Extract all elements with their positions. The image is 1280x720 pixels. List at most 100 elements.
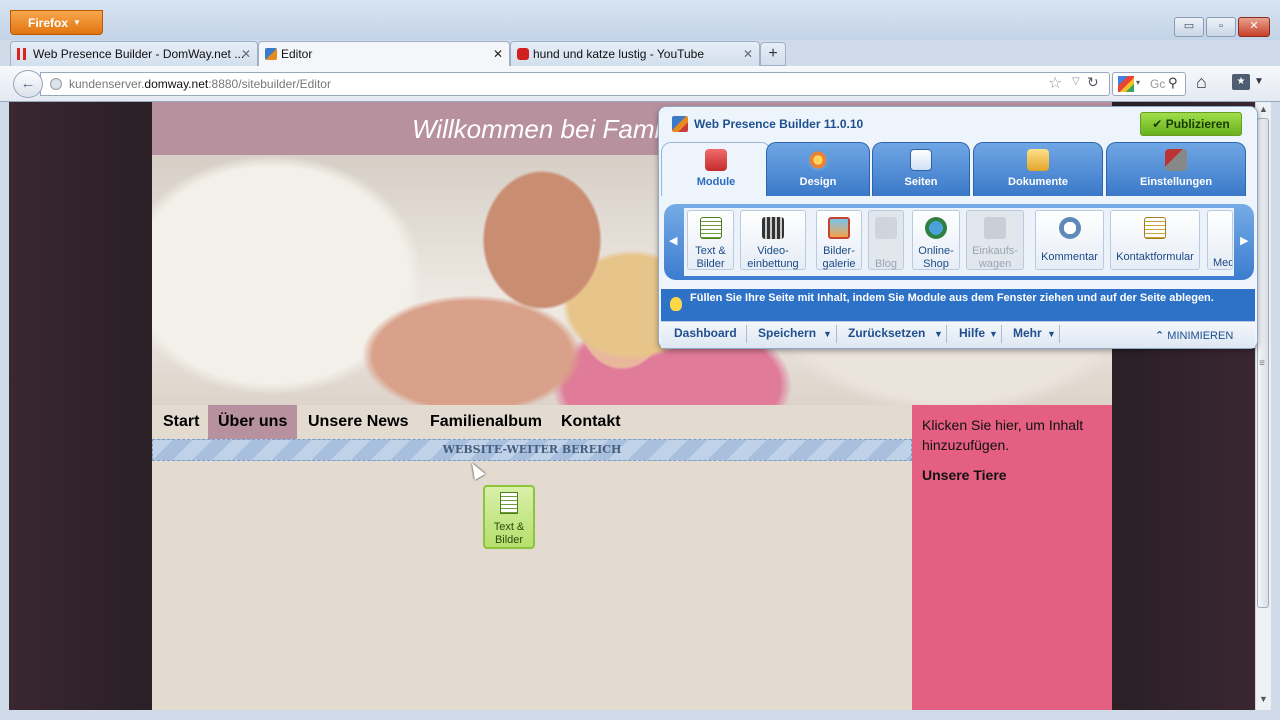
tab-label: Seiten bbox=[904, 176, 938, 188]
url-bar[interactable]: kundenserver.domway.net:8880/sitebuilder… bbox=[40, 72, 1110, 96]
magnifier-icon[interactable]: ⚲ bbox=[1168, 75, 1178, 91]
close-tab-icon[interactable]: ✕ bbox=[493, 42, 503, 66]
home-icon[interactable]: ⌂ bbox=[1196, 72, 1207, 93]
document-icon bbox=[500, 492, 518, 514]
footer-separator bbox=[746, 325, 747, 343]
scroll-up-icon[interactable]: ▲ bbox=[1259, 104, 1268, 114]
tools-icon bbox=[1165, 149, 1187, 171]
builder-favicon-icon bbox=[265, 48, 277, 60]
tab-einstellungen[interactable]: Einstellungen bbox=[1106, 142, 1246, 196]
sidebar-heading[interactable]: Unsere Tiere bbox=[922, 467, 1102, 483]
footer-separator bbox=[1059, 325, 1060, 343]
palette-icon bbox=[807, 149, 829, 171]
window-frame bbox=[0, 710, 1280, 720]
google-icon bbox=[1118, 76, 1134, 92]
url-text: kundenserver.domway.net:8880/sitebuilder… bbox=[69, 77, 331, 91]
module-videoeinbettung[interactable]: Video-einbettung bbox=[740, 210, 806, 270]
tab-dokumente[interactable]: Dokumente bbox=[973, 142, 1103, 196]
firefox-menu-label: Firefox bbox=[28, 16, 69, 30]
module-bildergalerie[interactable]: Bilder-galerie bbox=[816, 210, 862, 270]
document-icon bbox=[699, 217, 722, 239]
tab-label: Editor bbox=[281, 47, 313, 61]
carousel-right-icon[interactable]: ▶ bbox=[1240, 234, 1248, 247]
module-blog[interactable]: Blog bbox=[868, 210, 904, 270]
website-wide-area[interactable]: WEBSITE-WEITER BEREICH bbox=[152, 439, 912, 461]
history-dropdown-icon[interactable]: ▽ bbox=[1072, 76, 1080, 87]
nav-item-familienalbum[interactable]: Familienalbum bbox=[420, 405, 552, 439]
close-tab-icon[interactable]: ✕ bbox=[743, 42, 753, 66]
minimize-window-button[interactable]: ▭ bbox=[1174, 17, 1204, 37]
scroll-down-icon[interactable]: ▼ bbox=[1259, 694, 1268, 704]
hilfe-button[interactable]: Hilfe bbox=[959, 326, 985, 340]
sidebar[interactable]: Klicken Sie hier, um Inhalt hinzuzufügen… bbox=[912, 405, 1112, 710]
dragged-text-module[interactable]: Text & Bilder bbox=[483, 485, 535, 549]
window-frame bbox=[0, 102, 9, 720]
module-einkaufswagen[interactable]: Einkaufs-wagen bbox=[966, 210, 1024, 270]
hint-bar: Füllen Sie Ihre Seite mit Inhalt, indem … bbox=[661, 289, 1255, 321]
globe-icon bbox=[50, 78, 62, 90]
lightbulb-icon bbox=[670, 297, 682, 311]
tab-seiten[interactable]: Seiten bbox=[872, 142, 970, 196]
close-window-button[interactable]: ✕ bbox=[1238, 17, 1270, 37]
tab-module[interactable]: Module bbox=[661, 142, 771, 196]
search-input[interactable]: Gc bbox=[1150, 77, 1165, 91]
tab-label: Web Presence Builder - DomWay.net ... bbox=[33, 47, 245, 61]
module-kommentar[interactable]: Kommentar bbox=[1035, 210, 1104, 270]
nav-item-kontakt[interactable]: Kontakt bbox=[551, 405, 631, 439]
folder-icon bbox=[1027, 149, 1049, 171]
zuruecksetzen-button[interactable]: Zurücksetzen bbox=[848, 326, 925, 340]
back-arrow-icon[interactable]: ← bbox=[13, 70, 43, 98]
tab-design[interactable]: Design bbox=[766, 142, 870, 196]
publish-label: Publizieren bbox=[1165, 117, 1230, 131]
module-text-bilder[interactable]: Text & Bilder bbox=[687, 210, 734, 270]
reload-icon[interactable]: ↻ bbox=[1087, 74, 1099, 91]
tab-label: Dokumente bbox=[1008, 176, 1068, 188]
globe-shop-icon bbox=[925, 217, 947, 239]
site-title[interactable]: Willkommen bei Fami bbox=[412, 114, 660, 145]
dashboard-button[interactable]: Dashboard bbox=[674, 326, 737, 340]
tab-label: hund und katze lustig - YouTube bbox=[533, 47, 705, 61]
gallery-icon bbox=[828, 217, 850, 239]
search-engine-dropdown-icon[interactable]: ▾ bbox=[1136, 78, 1140, 87]
minimize-label: MINIMIEREN bbox=[1167, 330, 1234, 342]
bookmarks-icon[interactable]: ★ bbox=[1232, 74, 1250, 90]
chevron-down-icon: ▼ bbox=[73, 18, 81, 27]
search-box[interactable]: ▾ Gc ⚲ bbox=[1112, 72, 1186, 96]
zuruecksetzen-dropdown-icon[interactable]: ▼ bbox=[934, 329, 943, 339]
plesk-favicon-icon bbox=[17, 48, 29, 60]
tab-label: Einstellungen bbox=[1139, 176, 1213, 188]
sidebar-placeholder-text[interactable]: Klicken Sie hier, um Inhalt hinzuzufügen… bbox=[922, 415, 1102, 455]
modules-icon bbox=[705, 149, 727, 171]
film-icon bbox=[762, 217, 784, 239]
restore-window-button[interactable]: ▫ bbox=[1206, 17, 1236, 37]
speichern-dropdown-icon[interactable]: ▼ bbox=[823, 329, 832, 339]
publish-button[interactable]: ✔ Publizieren bbox=[1140, 112, 1242, 136]
module-kontaktformular[interactable]: Kontaktformular bbox=[1110, 210, 1200, 270]
carousel-left-icon[interactable]: ◀ bbox=[669, 234, 677, 247]
tab-youtube[interactable]: hund und katze lustig - YouTube ✕ bbox=[510, 41, 760, 67]
minimize-panel-button[interactable]: ⌃ MINIMIEREN bbox=[1155, 329, 1233, 342]
new-tab-button[interactable]: + bbox=[760, 42, 786, 66]
grip-icon: ≡ bbox=[1259, 358, 1265, 369]
content-area[interactable] bbox=[152, 439, 912, 710]
mehr-dropdown-icon[interactable]: ▼ bbox=[1047, 329, 1056, 339]
mehr-button[interactable]: Mehr bbox=[1013, 326, 1042, 340]
chevron-down-icon[interactable]: ▼ bbox=[1254, 76, 1264, 87]
firefox-menu-button[interactable]: Firefox ▼ bbox=[10, 10, 103, 35]
nav-item-ueber-uns[interactable]: Über uns bbox=[208, 405, 298, 439]
speichern-button[interactable]: Speichern bbox=[758, 326, 816, 340]
tab-editor[interactable]: Editor ✕ bbox=[258, 41, 510, 67]
nav-item-start[interactable]: Start bbox=[153, 405, 209, 439]
tab-web-presence-builder[interactable]: Web Presence Builder - DomWay.net ... ✕ bbox=[10, 41, 258, 67]
star-icon[interactable]: ☆ bbox=[1048, 73, 1062, 93]
hilfe-dropdown-icon[interactable]: ▼ bbox=[989, 329, 998, 339]
builder-title: Web Presence Builder 11.0.10 bbox=[694, 117, 864, 131]
close-tab-icon[interactable]: ✕ bbox=[241, 42, 251, 66]
module-online-shop[interactable]: Online- Shop bbox=[912, 210, 960, 270]
tab-label: Module bbox=[696, 176, 736, 188]
module-media[interactable]: Med bbox=[1207, 210, 1233, 270]
cart-icon bbox=[984, 217, 1006, 239]
speech-bubble-icon bbox=[1058, 217, 1081, 239]
nav-item-unsere-news[interactable]: Unsere News bbox=[298, 405, 419, 439]
double-chevron-up-icon: ⌃ bbox=[1155, 330, 1165, 342]
